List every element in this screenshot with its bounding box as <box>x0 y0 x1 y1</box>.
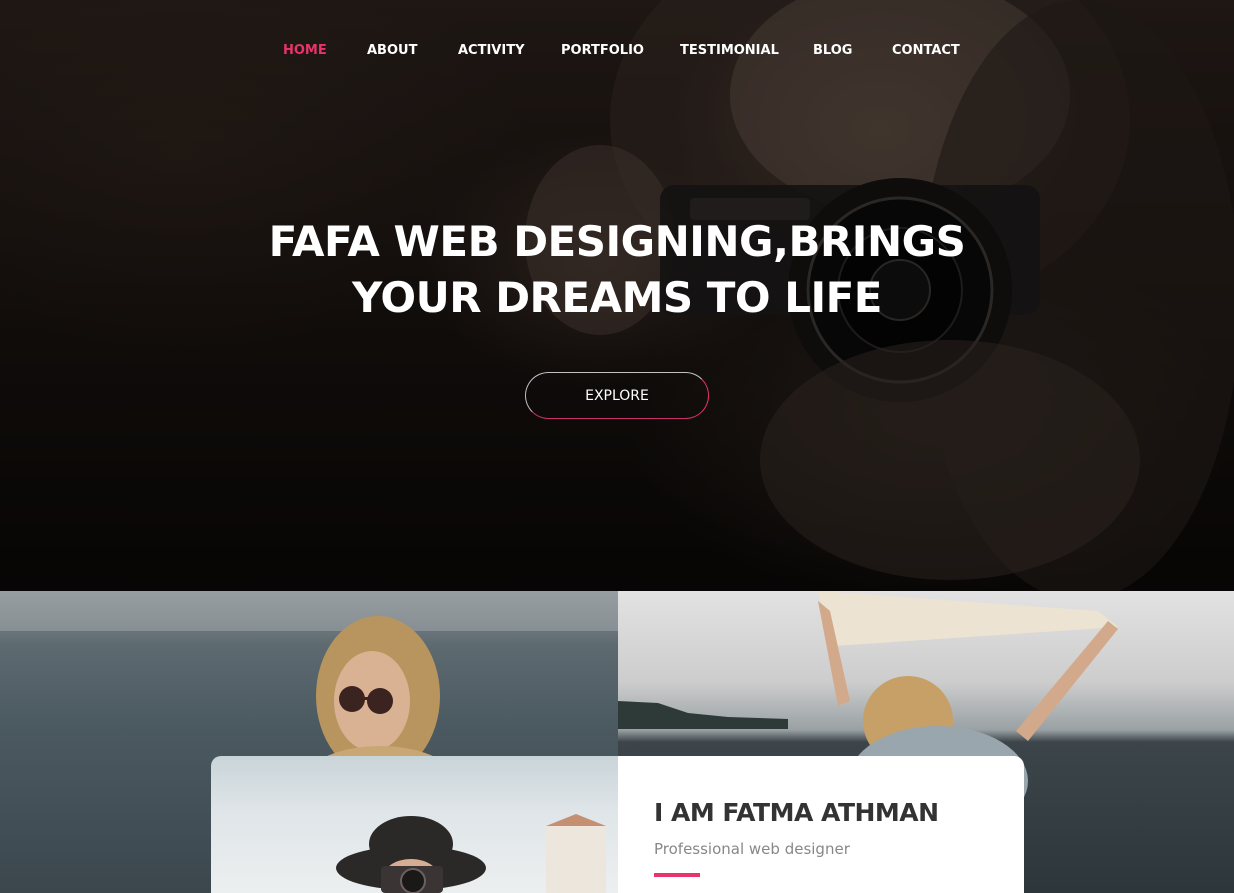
nav-item-activity[interactable]: ACTIVITY <box>458 40 525 62</box>
nav-item-testimonial[interactable]: TESTIMONIAL <box>680 40 779 62</box>
about-info-card: I AM FATMA ATHMAN Professional web desig… <box>618 756 1024 893</box>
hero-section: HOME ABOUT ACTIVITY PORTFOLIO TESTIMONIA… <box>0 0 1234 591</box>
nav-item-home[interactable]: HOME <box>283 40 327 62</box>
nav-item-contact[interactable]: CONTACT <box>892 40 960 62</box>
hero-title: FAFA WEB DESIGNING,BRINGS YOUR DREAMS TO… <box>217 214 1017 326</box>
nav-item-about[interactable]: ABOUT <box>367 40 417 62</box>
nav-item-portfolio[interactable]: PORTFOLIO <box>561 40 644 62</box>
about-section: I AM FATMA ATHMAN Professional web desig… <box>0 591 1234 893</box>
photographer-photo <box>211 756 618 893</box>
accent-divider <box>654 873 700 877</box>
about-role: Professional web designer <box>654 840 850 858</box>
hero-title-line-2: YOUR DREAMS TO LIFE <box>352 273 883 322</box>
photographer-illustration <box>336 814 606 893</box>
explore-button[interactable]: EXPLORE <box>525 372 709 419</box>
about-name: I AM FATMA ATHMAN <box>654 798 939 827</box>
hero-title-line-1: FAFA WEB DESIGNING,BRINGS <box>268 217 966 266</box>
nav-item-blog[interactable]: BLOG <box>813 40 852 62</box>
main-nav: HOME ABOUT ACTIVITY PORTFOLIO TESTIMONIA… <box>0 40 1234 62</box>
